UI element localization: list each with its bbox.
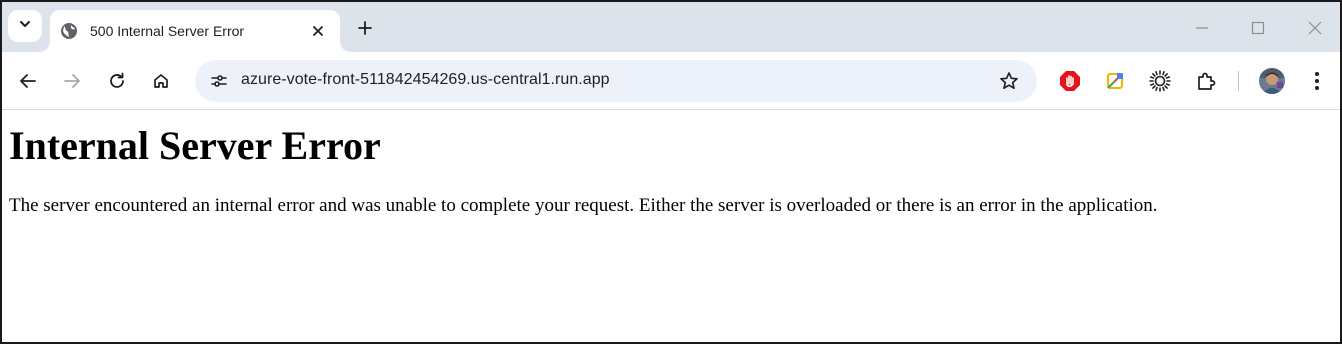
address-bar[interactable]: azure-vote-front-511842454269.us-central… [195,60,1037,102]
maximize-button[interactable] [1246,16,1270,40]
home-icon [154,74,168,88]
extensions-button[interactable] [1190,65,1222,97]
sunburst-icon [1149,70,1171,92]
extension-adblock-button[interactable] [1054,65,1086,97]
error-message: The server encountered an internal error… [9,195,1158,216]
globe-icon [60,22,78,40]
browser-window: 500 Internal Server Error azure-vote-fro… [0,0,1342,344]
maximize-icon [1251,21,1265,35]
stop-hand-icon [1060,71,1080,91]
window-close-button[interactable] [1303,16,1327,40]
home-button[interactable] [145,65,177,97]
puzzle-icon [1198,72,1216,90]
new-tab-button[interactable] [351,14,379,42]
kebab-menu-icon [1315,72,1319,90]
reload-button[interactable] [101,65,133,97]
reload-icon [110,72,124,88]
extension-color-button[interactable] [1099,65,1131,97]
forward-button[interactable] [56,65,88,97]
page-content: Internal Server Error The server encount… [2,111,1340,342]
tab-strip: 500 Internal Server Error [2,2,1340,52]
tab-close-button[interactable] [306,19,330,43]
close-icon [313,26,323,36]
chevron-down-icon [18,17,32,36]
profile-button[interactable] [1256,65,1288,97]
arrow-right-icon [64,74,80,88]
toolbar: azure-vote-front-511842454269.us-central… [2,52,1340,110]
plus-icon [358,21,372,35]
tab-title: 500 Internal Server Error [90,23,245,39]
site-info-button[interactable] [203,65,235,97]
arrow-left-icon [20,74,36,88]
tab-search-button[interactable] [8,10,42,42]
color-picker-icon [1107,73,1123,89]
avatar [1259,68,1285,94]
browser-menu-button[interactable] [1301,65,1333,97]
toolbar-divider [1238,71,1239,91]
back-button[interactable] [12,65,44,97]
tune-icon [211,75,227,87]
star-icon [1000,72,1018,89]
bookmark-button[interactable] [995,67,1023,95]
extension-sunburst-button[interactable] [1144,65,1176,97]
minimize-button[interactable] [1190,16,1214,40]
tab-active[interactable]: 500 Internal Server Error [40,10,350,52]
page-title: Internal Server Error [9,123,381,168]
url-text[interactable]: azure-vote-front-511842454269.us-central… [241,71,610,89]
close-icon [1308,21,1322,35]
minimize-icon [1196,27,1208,29]
